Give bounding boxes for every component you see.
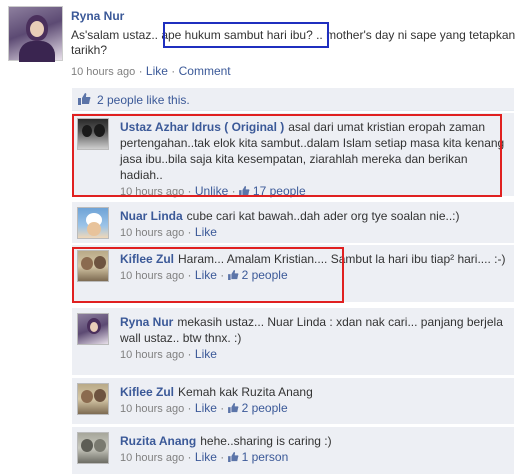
unlike-link[interactable]: Unlike <box>195 184 228 198</box>
comment: Kiflee Zul Kemah kak Ruzita Anang 10 hour… <box>72 377 514 424</box>
comment-author-link[interactable]: Nuar Linda <box>120 209 183 223</box>
comment: Ustaz Azhar Idrus ( Original ) asal dari … <box>72 112 514 198</box>
post-timestamp[interactable]: 10 hours ago <box>71 66 135 78</box>
avatar[interactable] <box>77 383 109 415</box>
post-meta: 10 hours ago · Like · Comment <box>71 64 231 78</box>
avatar[interactable] <box>8 6 63 62</box>
comment-timestamp[interactable]: 10 hours ago <box>120 452 184 464</box>
comment-timestamp[interactable]: 10 hours ago <box>120 349 184 361</box>
comment-author-link[interactable]: Ruzita Anang <box>120 434 196 448</box>
avatar[interactable] <box>77 313 109 345</box>
comment: Ryna Nur mekasih ustaz... Nuar Linda : xd… <box>72 307 514 375</box>
comment-likes-link[interactable]: 2 people <box>242 268 288 282</box>
comment-timestamp[interactable]: 10 hours ago <box>120 186 184 198</box>
thumbs-up-icon <box>78 93 91 105</box>
avatar[interactable] <box>77 207 109 239</box>
comment-text: cube cari kat bawah..dah ader org tye so… <box>186 209 460 223</box>
thumbs-up-icon <box>227 452 239 462</box>
avatar[interactable] <box>77 250 109 282</box>
thumbs-up-icon <box>239 186 250 196</box>
post-author-link[interactable]: Ryna Nur <box>71 9 124 23</box>
comment: Kiflee Zul Haram... Amalam Kristian.... S… <box>72 244 514 302</box>
post: Ryna Nur As'salam ustaz.. ape hukum samb… <box>0 0 530 86</box>
comment-likes-link[interactable]: 17 people <box>253 184 306 198</box>
comment-author-link[interactable]: Ryna Nur <box>120 315 173 329</box>
likes-count-link[interactable]: 2 people like this. <box>97 93 190 107</box>
comment: Nuar Linda cube cari kat bawah..dah ader … <box>72 201 514 243</box>
comment-text: Haram... Amalam Kristian.... Sambut la h… <box>178 252 506 266</box>
thumbs-up-icon <box>227 270 239 280</box>
comment-link[interactable]: Comment <box>179 64 231 78</box>
comment-author-link[interactable]: Ustaz Azhar Idrus ( Original ) <box>120 120 284 134</box>
comment-likes-link[interactable]: 1 person <box>242 450 289 464</box>
comment: Ruzita Anang hehe..sharing is caring :) 1… <box>72 426 514 474</box>
like-link[interactable]: Like <box>195 225 217 239</box>
like-link[interactable]: Like <box>146 64 168 78</box>
like-link[interactable]: Like <box>195 268 217 282</box>
like-link[interactable]: Like <box>195 347 217 361</box>
comment-text: Kemah kak Ruzita Anang <box>178 385 313 399</box>
avatar[interactable] <box>77 118 109 150</box>
comment-timestamp[interactable]: 10 hours ago <box>120 403 184 415</box>
avatar[interactable] <box>77 432 109 464</box>
comment-timestamp[interactable]: 10 hours ago <box>120 270 184 282</box>
question-highlight-box <box>163 22 329 48</box>
thumbs-up-icon <box>227 403 239 413</box>
comment-text: hehe..sharing is caring :) <box>200 434 332 448</box>
likes-summary: 2 people like this. <box>72 88 514 111</box>
comment-text: mekasih ustaz... Nuar Linda : xdan nak c… <box>120 315 503 345</box>
comment-author-link[interactable]: Kiflee Zul <box>120 252 174 266</box>
post-text-part: As'salam ustaz.. <box>71 28 162 42</box>
comment-timestamp[interactable]: 10 hours ago <box>120 227 184 239</box>
comment-author-link[interactable]: Kiflee Zul <box>120 385 174 399</box>
like-link[interactable]: Like <box>195 450 217 464</box>
comment-likes-link[interactable]: 2 people <box>242 401 288 415</box>
like-link[interactable]: Like <box>195 401 217 415</box>
